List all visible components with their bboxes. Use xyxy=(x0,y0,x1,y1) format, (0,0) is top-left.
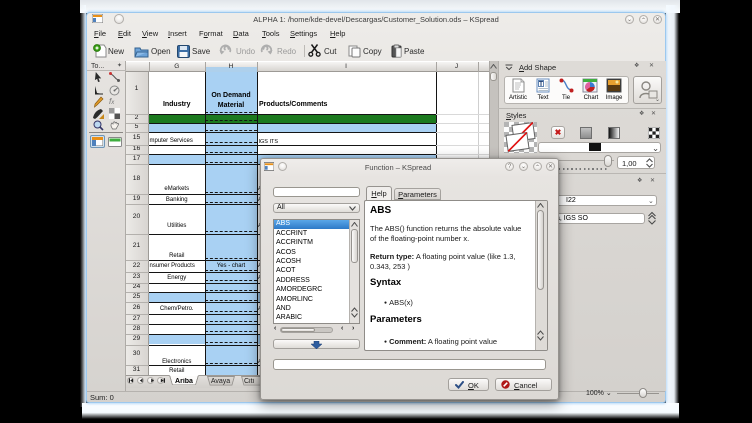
svg-text:T: T xyxy=(539,81,544,88)
